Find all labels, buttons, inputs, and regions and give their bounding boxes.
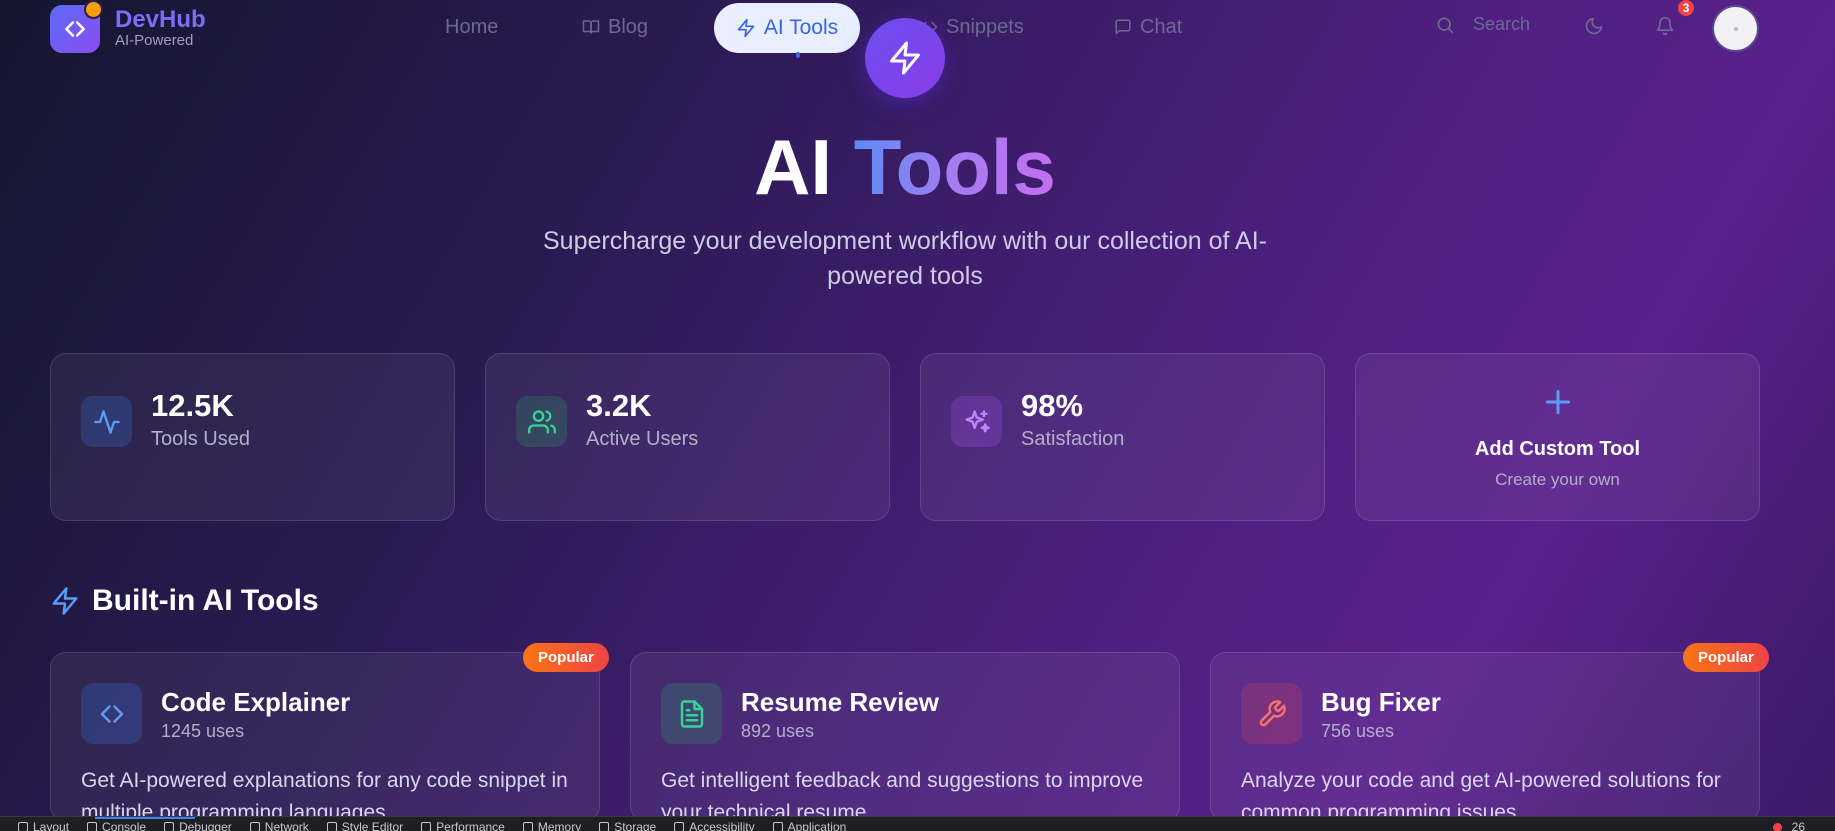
bolt-icon: [737, 18, 755, 38]
brand[interactable]: DevHub AI-Powered: [115, 7, 206, 49]
search-label: Search: [1473, 14, 1531, 34]
devtools-tab[interactable]: Performance: [421, 820, 505, 831]
devtools-tab[interactable]: Debugger: [164, 820, 232, 831]
page-title: AI Tools: [0, 122, 1810, 212]
top-navbar: DevHub AI-Powered Home Blog AI Tools Sni…: [0, 0, 1835, 98]
stat-card-satisfaction: 98% Satisfaction: [920, 353, 1325, 521]
devtools-tab[interactable]: Network: [249, 820, 309, 831]
devtools-tab[interactable]: Accessibility: [674, 820, 755, 831]
add-custom-tool-button[interactable]: Add Custom Tool Create your own: [1355, 353, 1760, 521]
nav-chat-label: Chat: [1140, 15, 1183, 38]
error-count: 26: [1791, 820, 1805, 831]
active-indicator: [796, 52, 800, 58]
nav-blog-label: Blog: [608, 15, 649, 38]
nav-ai-tools[interactable]: AI Tools: [714, 3, 860, 53]
logo-badge-icon: [84, 0, 103, 19]
devtools-tab[interactable]: Style Editor: [326, 820, 403, 831]
sparkles-icon: [951, 396, 1002, 447]
nav-chat[interactable]: Chat: [1114, 8, 1182, 46]
plus-icon: [1356, 386, 1759, 418]
nav-home[interactable]: Home: [445, 8, 498, 46]
stat-card-active-users: 3.2K Active Users: [485, 353, 890, 521]
tool-description: Get intelligent feedback and suggestions…: [661, 769, 1144, 822]
notification-badge: 3: [1678, 0, 1694, 16]
devtools-tab[interactable]: Console: [87, 820, 146, 831]
activity-icon: [81, 396, 132, 447]
stat-card-tools-used: 12.5K Tools Used: [50, 353, 455, 521]
brand-subtitle: AI-Powered: [115, 32, 194, 49]
devtools-tab[interactable]: Memory: [522, 820, 581, 831]
tool-uses: 1245 uses: [161, 721, 245, 741]
add-tool-title: Add Custom Tool: [1474, 438, 1641, 460]
moon-icon: [1585, 17, 1603, 35]
stat-value: 98%: [1021, 388, 1084, 423]
wrench-icon: [1241, 683, 1302, 744]
search-button[interactable]: Search: [1435, 14, 1530, 35]
search-icon: [1437, 17, 1454, 33]
page-subtitle: Supercharge your development workflow wi…: [543, 227, 1267, 290]
tool-card-bug-fixer[interactable]: Bug Fixer 756 uses Analyze your code and…: [1210, 652, 1760, 822]
devtools-tab[interactable]: Storage: [599, 820, 656, 831]
nav-ai-tools-label: AI Tools: [763, 16, 839, 39]
devtools-status: 26: [1772, 820, 1805, 831]
stat-label: Active Users: [586, 428, 699, 450]
stat-value: 3.2K: [586, 388, 652, 423]
theme-toggle[interactable]: [1584, 16, 1606, 38]
bell-icon: [1656, 16, 1674, 36]
book-icon: [582, 20, 600, 34]
tool-name: Bug Fixer: [1321, 687, 1441, 717]
tool-uses: 892 uses: [741, 721, 815, 741]
document-icon: [661, 683, 722, 744]
tool-name: Code Explainer: [161, 687, 351, 717]
stat-value: 12.5K: [151, 388, 234, 423]
devtools-tab-strip: Layout Console Debugger Network Style Ed…: [0, 816, 1835, 831]
brand-name: DevHub: [115, 6, 206, 33]
tool-card-code-explainer[interactable]: Code Explainer 1245 uses Get AI-powered …: [50, 652, 600, 822]
section-header: Built-in AI Tools: [50, 584, 319, 618]
add-tool-subtitle: Create your own: [1495, 470, 1620, 489]
tool-name: Resume Review: [741, 687, 939, 717]
code-icon: [81, 683, 142, 744]
tool-description: Get AI-powered explanations for any code…: [81, 769, 568, 822]
popular-badge: Popular: [1683, 643, 1769, 672]
devtools-tab[interactable]: Layout: [18, 820, 69, 831]
nav-blog[interactable]: Blog: [582, 8, 648, 46]
avatar[interactable]: [1712, 5, 1759, 52]
popular-badge: Popular: [523, 643, 609, 672]
page-title-accent: Tools: [853, 123, 1056, 211]
floating-bolt-icon[interactable]: [865, 18, 945, 98]
error-icon: [1772, 822, 1782, 831]
users-icon: [516, 396, 567, 447]
nav-home-label: Home: [445, 15, 499, 38]
bolt-icon: [52, 587, 78, 615]
stat-label: Tools Used: [151, 428, 250, 450]
active-tab-indicator: [95, 817, 195, 819]
stat-label: Satisfaction: [1021, 428, 1125, 450]
section-title: Built-in AI Tools: [92, 584, 319, 617]
devtools-tab[interactable]: Application: [772, 820, 846, 831]
tool-uses: 756 uses: [1321, 721, 1395, 741]
page-title-plain: AI: [754, 123, 833, 211]
chat-icon: [1115, 19, 1131, 35]
notifications-button[interactable]: [1655, 16, 1677, 38]
tool-card-resume-review[interactable]: Resume Review 892 uses Get intelligent f…: [630, 652, 1180, 822]
nav-snippets-label: Snippets: [946, 15, 1024, 38]
tool-description: Analyze your code and get AI-powered sol…: [1241, 769, 1721, 822]
